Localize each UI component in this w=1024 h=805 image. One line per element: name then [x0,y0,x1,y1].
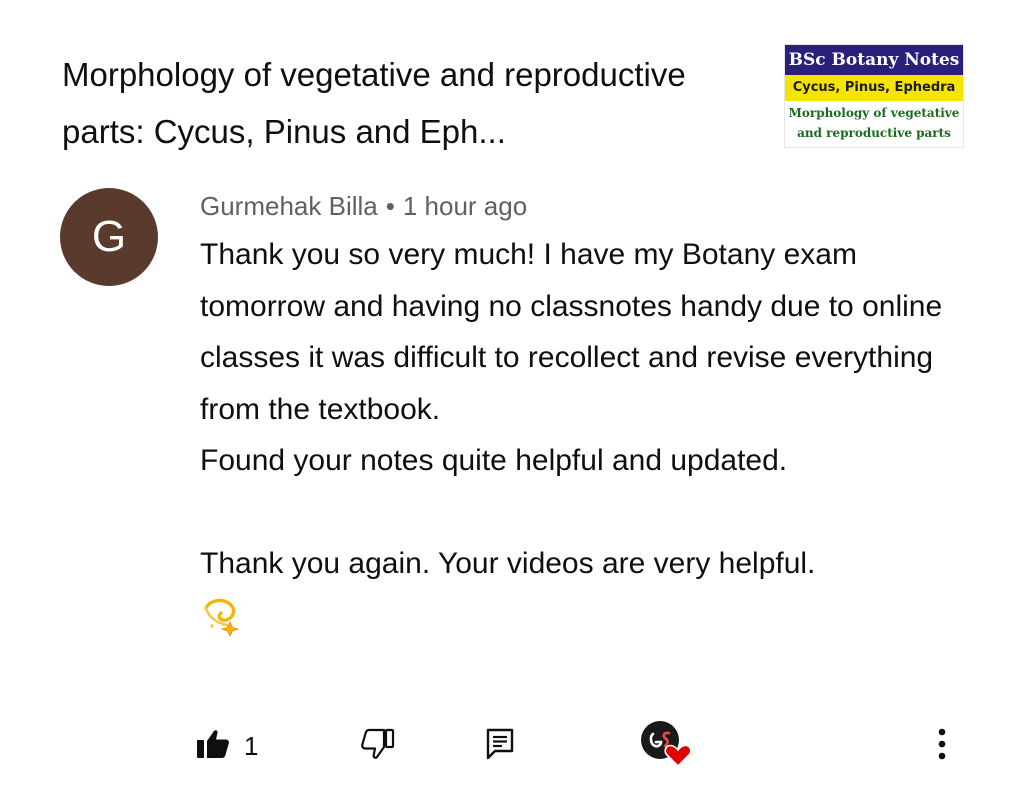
reply-button[interactable] [478,718,522,774]
avatar[interactable]: G [60,188,158,286]
comment-blank-line [200,487,960,539]
dizzy-sparkle-icon [200,596,242,638]
like-button[interactable]: 1 [196,718,278,774]
thumbnail-caption: Morphology of vegetative and reproductiv… [785,103,963,143]
thumbnail-subtitle: Cycus, Pinus, Ephedra [785,75,963,101]
comment-paragraph-3: Thank you again. Your videos are very he… [200,547,816,580]
like-count: 1 [244,730,259,761]
video-thumbnail[interactable]: BSc Botany Notes Cycus, Pinus, Ephedra M… [784,44,964,148]
comment-paragraph-1: Thank you so very much! I have my Botany… [200,238,943,426]
thumbnail-caption-line2: and reproductive parts [797,126,951,140]
comment-time: 1 hour ago [402,191,528,221]
comment-action-bar: 1 [0,718,1024,778]
thumbnail-banner: BSc Botany Notes [785,45,963,75]
more-vert-icon [937,727,947,766]
thumbs-down-icon [361,728,395,765]
dislike-button[interactable] [356,718,400,774]
comment-meta: Gurmehak Billa • 1 hour ago [200,188,527,224]
video-title[interactable]: Morphology of vegetative and reproductiv… [62,46,752,160]
thumbnail-caption-line1: Morphology of vegetative [788,106,960,120]
reply-comment-icon [485,727,515,766]
video-header[interactable]: Morphology of vegetative and reproductiv… [0,0,1024,170]
comment-body: Thank you so very much! I have my Botany… [200,229,960,641]
meta-separator: • [385,191,395,221]
comment-paragraph-2: Found your notes quite helpful and updat… [200,444,788,477]
creator-heart[interactable] [636,718,696,774]
thumbs-up-filled-icon [196,728,230,765]
more-options-button[interactable] [922,718,962,774]
creator-heart-icon [638,718,694,775]
comment-author[interactable]: Gurmehak Billa [200,191,378,221]
